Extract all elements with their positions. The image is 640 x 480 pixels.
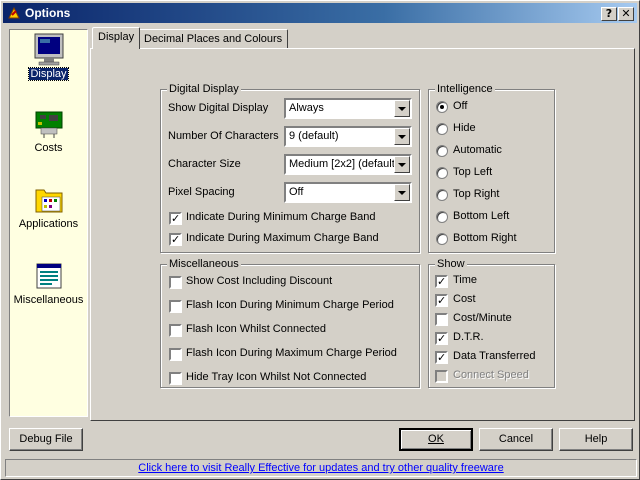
indicate-max-charge-checkbox[interactable]: ✓ bbox=[169, 233, 182, 246]
group-title: Intelligence bbox=[435, 83, 495, 95]
sidebar-item-label: Miscellaneous bbox=[13, 294, 84, 306]
intelligence-off-radio[interactable] bbox=[436, 101, 448, 113]
chevron-down-icon[interactable] bbox=[394, 100, 410, 117]
help-button[interactable]: Help bbox=[559, 428, 633, 451]
window-title: Options bbox=[25, 6, 71, 20]
ok-button[interactable]: OK bbox=[399, 428, 473, 451]
cancel-button[interactable]: Cancel bbox=[479, 428, 553, 451]
show-data-transferred-checkbox[interactable]: ✓ bbox=[435, 351, 448, 364]
number-of-characters-select[interactable]: 9 (default) bbox=[284, 126, 412, 147]
intelligence-automatic-radio[interactable] bbox=[436, 145, 448, 157]
sidebar-item-label: Applications bbox=[18, 218, 79, 230]
document-icon bbox=[36, 263, 61, 289]
help-title-button[interactable]: ? bbox=[601, 7, 617, 21]
app-icon bbox=[8, 6, 20, 19]
close-button[interactable]: ✕ bbox=[618, 7, 634, 21]
show-cost-discount-checkbox[interactable] bbox=[169, 276, 182, 289]
intelligence-bottom-left-radio[interactable] bbox=[436, 211, 448, 223]
flash-connected-label[interactable]: Flash Icon Whilst Connected bbox=[186, 323, 326, 335]
indicate-min-charge-label[interactable]: Indicate During Minimum Charge Band bbox=[186, 211, 376, 223]
intelligence-top-left-label[interactable]: Top Left bbox=[453, 166, 492, 178]
circuit-board-icon bbox=[35, 111, 62, 138]
show-cost-checkbox[interactable]: ✓ bbox=[435, 294, 448, 307]
group-title: Digital Display bbox=[167, 83, 241, 95]
group-title: Show bbox=[435, 258, 467, 270]
tab-decimal-places[interactable]: Decimal Places and Colours bbox=[138, 29, 289, 49]
hide-tray-icon-checkbox[interactable] bbox=[169, 372, 182, 385]
intelligence-top-left-radio[interactable] bbox=[436, 167, 448, 179]
show-time-label[interactable]: Time bbox=[453, 274, 477, 286]
show-data-transferred-label[interactable]: Data Transferred bbox=[453, 350, 536, 362]
sidebar-item-label: Costs bbox=[34, 142, 63, 154]
flash-max-charge-checkbox[interactable] bbox=[169, 348, 182, 361]
intelligence-bottom-right-label[interactable]: Bottom Right bbox=[453, 232, 517, 244]
show-cost-minute-checkbox[interactable] bbox=[435, 313, 448, 326]
ok-button-label: OK bbox=[428, 433, 444, 445]
flash-min-charge-checkbox[interactable] bbox=[169, 300, 182, 313]
flash-max-charge-label[interactable]: Flash Icon During Maximum Charge Period bbox=[186, 347, 397, 359]
show-cost-discount-label[interactable]: Show Cost Including Discount bbox=[186, 275, 332, 287]
hide-tray-icon-label[interactable]: Hide Tray Icon Whilst Not Connected bbox=[186, 371, 366, 383]
intelligence-hide-label[interactable]: Hide bbox=[453, 122, 476, 134]
title-bar[interactable]: Options ? ✕ bbox=[3, 3, 637, 23]
help-button-label: Help bbox=[584, 433, 608, 445]
indicate-min-charge-checkbox[interactable]: ✓ bbox=[169, 212, 182, 225]
intelligence-automatic-label[interactable]: Automatic bbox=[453, 144, 502, 156]
character-size-label: Character Size bbox=[168, 158, 241, 170]
flash-connected-checkbox[interactable] bbox=[169, 324, 182, 337]
number-of-characters-label: Number Of Characters bbox=[168, 130, 279, 142]
character-size-select[interactable]: Medium [2x2] (default) bbox=[284, 154, 412, 175]
chevron-down-icon[interactable] bbox=[394, 184, 410, 201]
cancel-button-label: Cancel bbox=[498, 433, 534, 445]
chevron-down-icon[interactable] bbox=[394, 128, 410, 145]
show-digital-display-select[interactable]: Always bbox=[284, 98, 412, 119]
update-link[interactable]: Click here to visit Really Effective for… bbox=[138, 462, 503, 474]
pixel-spacing-label: Pixel Spacing bbox=[168, 186, 235, 198]
sidebar: Display Costs Applications Miscellaneous bbox=[9, 29, 88, 417]
show-digital-display-label: Show Digital Display bbox=[168, 102, 269, 114]
intelligence-top-right-radio[interactable] bbox=[436, 189, 448, 201]
show-cost-label[interactable]: Cost bbox=[453, 293, 476, 305]
show-cost-minute-label[interactable]: Cost/Minute bbox=[453, 312, 512, 324]
options-window: Options ? ✕ Display Costs Applications M… bbox=[0, 0, 640, 480]
intelligence-hide-radio[interactable] bbox=[436, 123, 448, 135]
sidebar-item-miscellaneous[interactable]: Miscellaneous bbox=[10, 258, 87, 306]
close-icon: ✕ bbox=[621, 7, 631, 20]
show-connect-speed-checkbox bbox=[435, 370, 448, 383]
tab-display[interactable]: Display bbox=[92, 27, 141, 49]
show-dtr-label[interactable]: D.T.R. bbox=[453, 331, 484, 343]
sidebar-item-label: Display bbox=[28, 67, 69, 81]
show-time-checkbox[interactable]: ✓ bbox=[435, 275, 448, 288]
sidebar-item-costs[interactable]: Costs bbox=[10, 106, 87, 154]
status-bar: Click here to visit Really Effective for… bbox=[5, 459, 637, 477]
show-dtr-checkbox[interactable]: ✓ bbox=[435, 332, 448, 345]
folder-apps-icon bbox=[35, 189, 62, 213]
show-connect-speed-label: Connect Speed bbox=[453, 369, 529, 381]
intelligence-bottom-right-radio[interactable] bbox=[436, 233, 448, 245]
intelligence-bottom-left-label[interactable]: Bottom Left bbox=[453, 210, 509, 222]
sidebar-item-display[interactable]: Display bbox=[10, 32, 87, 81]
pixel-spacing-select[interactable]: Off bbox=[284, 182, 412, 203]
sidebar-item-applications[interactable]: Applications bbox=[10, 182, 87, 230]
monitor-icon bbox=[34, 33, 63, 66]
flash-min-charge-label[interactable]: Flash Icon During Minimum Charge Period bbox=[186, 299, 394, 311]
chevron-down-icon[interactable] bbox=[394, 156, 410, 173]
intelligence-off-label[interactable]: Off bbox=[453, 100, 467, 112]
group-title: Miscellaneous bbox=[167, 258, 241, 270]
intelligence-top-right-label[interactable]: Top Right bbox=[453, 188, 499, 200]
indicate-max-charge-label[interactable]: Indicate During Maximum Charge Band bbox=[186, 232, 379, 244]
debug-file-button[interactable]: Debug File bbox=[9, 428, 83, 451]
